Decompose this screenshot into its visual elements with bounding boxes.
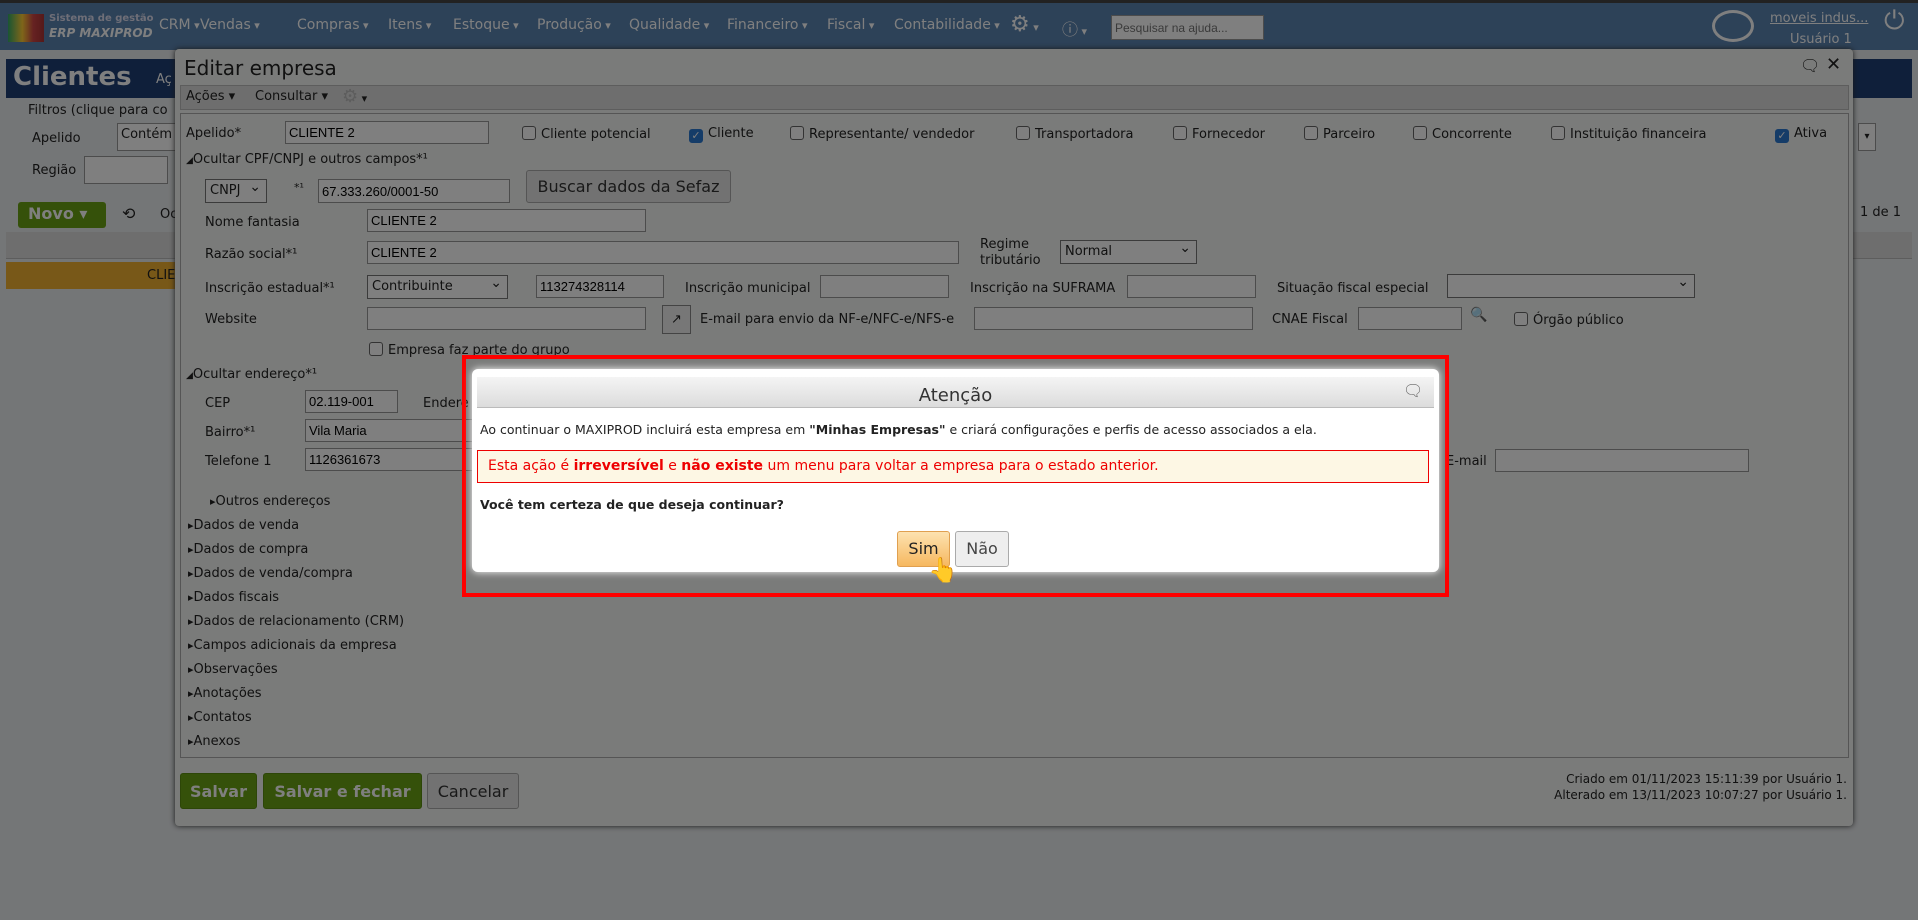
confirm-question: Você tem certeza de que deseja continuar…: [480, 497, 784, 512]
hand-cursor-icon: 👆: [928, 556, 958, 584]
confirm-title: Atenção: [918, 385, 993, 406]
no-button[interactable]: Não: [955, 531, 1009, 567]
confirm-message: Ao continuar o MAXIPROD incluirá esta em…: [480, 422, 1317, 437]
warning-box: Esta ação é irreversível e não existe um…: [477, 450, 1429, 483]
confirm-chat-icon[interactable]: 🗨: [1403, 381, 1423, 400]
